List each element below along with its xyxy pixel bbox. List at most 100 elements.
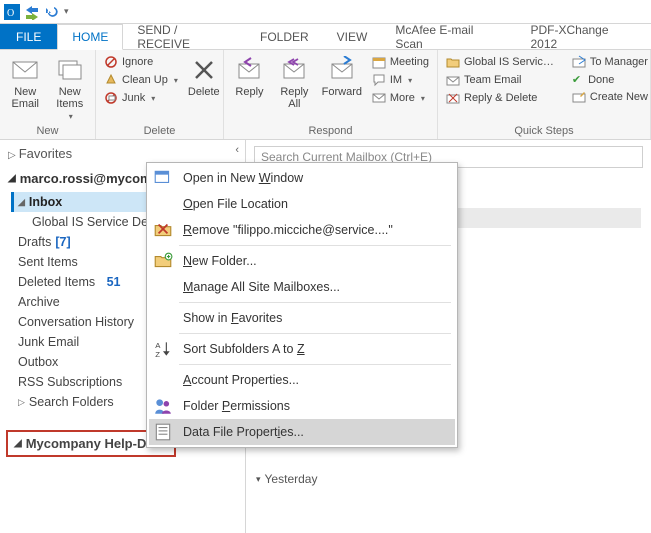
quick-done-label: Done (588, 74, 614, 86)
ctx-remove[interactable]: Remove "filippo.micciche@service...." (149, 217, 455, 243)
group-delete-label: Delete (102, 123, 217, 137)
ctx-sort-subfolders[interactable]: AZ Sort Subfolders A to Z (149, 336, 455, 362)
respond-more-button[interactable]: More (370, 90, 431, 106)
ctx-show-favorites[interactable]: Show in Favorites (149, 305, 455, 331)
ctx-datafile-properties[interactable]: Data File Properties... (149, 419, 455, 445)
blank-icon (153, 194, 173, 214)
ctx-separator (179, 333, 451, 334)
ctx-open-file-location[interactable]: Open File Location (149, 191, 455, 217)
forward-icon (328, 56, 356, 84)
tab-mcafee[interactable]: McAfee E-mail Scan (381, 24, 516, 49)
ctx-separator (179, 245, 451, 246)
ctx-manage-site-label: Manage All Site Mailboxes... (183, 280, 340, 294)
new-items-label: New Items (56, 86, 83, 110)
cleanup-button[interactable]: Clean Up (102, 72, 180, 88)
qat-customize-icon[interactable]: ▾ (64, 6, 69, 17)
chevron-down-icon: ▾ (256, 474, 261, 485)
blank-icon (153, 277, 173, 297)
ignore-button[interactable]: Ignore (102, 54, 180, 70)
junk-button[interactable]: Junk (102, 90, 180, 106)
ctx-datafile-properties-label: Data File Properties... (183, 425, 304, 439)
reply-all-icon (280, 56, 308, 84)
new-items-button[interactable]: New Items (51, 54, 90, 123)
outlook-logo-icon: O (4, 4, 20, 20)
reply-button[interactable]: Reply (230, 54, 269, 100)
nav-collapse-icon[interactable]: ‹ (235, 144, 239, 156)
new-items-icon (56, 56, 84, 84)
chevron-right-icon: ▷ (18, 397, 25, 408)
new-email-button[interactable]: New Email (6, 54, 45, 112)
ctx-manage-site-mailboxes[interactable]: Manage All Site Mailboxes... (149, 274, 455, 300)
delete-label: Delete (188, 86, 220, 98)
new-email-icon (11, 56, 39, 84)
quick-global-label: Global IS Servic… (464, 56, 554, 68)
folder-move-icon (446, 55, 460, 69)
outbox-label: Outbox (18, 355, 58, 369)
new-email-label: New Email (11, 86, 39, 110)
reply-icon (235, 56, 263, 84)
inbox-sub-label: Global IS Service Desk (32, 215, 161, 229)
svg-text:Z: Z (155, 350, 160, 359)
chevron-down-icon: ◢ (14, 438, 22, 449)
quick-tomanager-button[interactable]: To Manager (570, 54, 650, 70)
convo-label: Conversation History (18, 315, 134, 329)
group-quicksteps-label: Quick Steps (444, 123, 644, 137)
tab-send-receive[interactable]: SEND / RECEIVE (123, 24, 246, 49)
im-icon (372, 73, 386, 87)
qat-undo-icon[interactable] (44, 4, 60, 20)
group-respond-label: Respond (230, 123, 431, 137)
meeting-icon (372, 55, 386, 69)
chevron-down-icon: ◢ (18, 197, 25, 208)
ctx-remove-label: Remove "filippo.micciche@service...." (183, 223, 393, 237)
tab-file[interactable]: FILE (0, 24, 57, 49)
ctx-account-properties[interactable]: Account Properties... (149, 367, 455, 393)
properties-icon (153, 422, 173, 442)
ignore-icon (104, 55, 118, 69)
ctx-sort-subfolders-label: Sort Subfolders A to Z (183, 342, 305, 356)
quick-createnew-label: Create New (590, 91, 648, 103)
quick-createnew-button[interactable]: Create New (570, 89, 650, 105)
reply-delete-icon (446, 91, 460, 105)
search-folders-label: Search Folders (29, 395, 114, 409)
junk-label: Junk Email (18, 335, 79, 349)
forward-button[interactable]: Forward (320, 54, 364, 100)
open-window-icon (153, 168, 173, 188)
ctx-open-new-window[interactable]: Open in New Window (149, 165, 455, 191)
tab-pdfxchange[interactable]: PDF-XChange 2012 (516, 24, 651, 49)
tab-home[interactable]: HOME (57, 24, 123, 50)
team-email-icon (446, 73, 460, 87)
quick-team-label: Team Email (464, 74, 521, 86)
favorites-label: Favorites (19, 146, 72, 161)
archive-label: Archive (18, 295, 60, 309)
meeting-label: Meeting (390, 56, 429, 68)
tab-view[interactable]: VIEW (323, 24, 382, 49)
quick-done-button[interactable]: Done (570, 72, 650, 87)
svg-text:A: A (155, 341, 161, 350)
ctx-folder-permissions-label: Folder Permissions (183, 399, 290, 413)
ctx-account-properties-label: Account Properties... (183, 373, 299, 387)
ctx-separator (179, 364, 451, 365)
im-button[interactable]: IM (370, 72, 431, 88)
ctx-folder-permissions[interactable]: Folder Permissions (149, 393, 455, 419)
reply-label: Reply (235, 86, 263, 98)
ribbon: New Email New Items New Ignore Clean Up … (0, 50, 651, 140)
more-label: More (390, 92, 415, 104)
list-group-yesterday[interactable]: ▾Yesterday (256, 472, 641, 486)
svg-text:O: O (7, 8, 14, 19)
qat-sendreceive-icon[interactable] (24, 4, 40, 20)
permissions-icon (153, 396, 173, 416)
im-label: IM (390, 74, 402, 86)
tab-folder[interactable]: FOLDER (246, 24, 323, 49)
ctx-open-new-window-label: Open in New Window (183, 171, 303, 185)
create-new-icon (572, 90, 586, 104)
meeting-button[interactable]: Meeting (370, 54, 431, 70)
quick-global-button[interactable]: Global IS Servic… (444, 54, 556, 70)
rss-label: RSS Subscriptions (18, 375, 122, 389)
delete-button[interactable]: Delete (186, 54, 222, 100)
reply-all-button[interactable]: Reply All (275, 54, 314, 112)
reply-all-label: Reply All (280, 86, 308, 110)
ctx-new-folder[interactable]: New Folder... (149, 248, 455, 274)
quick-team-button[interactable]: Team Email (444, 72, 556, 88)
cleanup-label: Clean Up (122, 74, 168, 86)
quick-replydelete-button[interactable]: Reply & Delete (444, 90, 556, 106)
